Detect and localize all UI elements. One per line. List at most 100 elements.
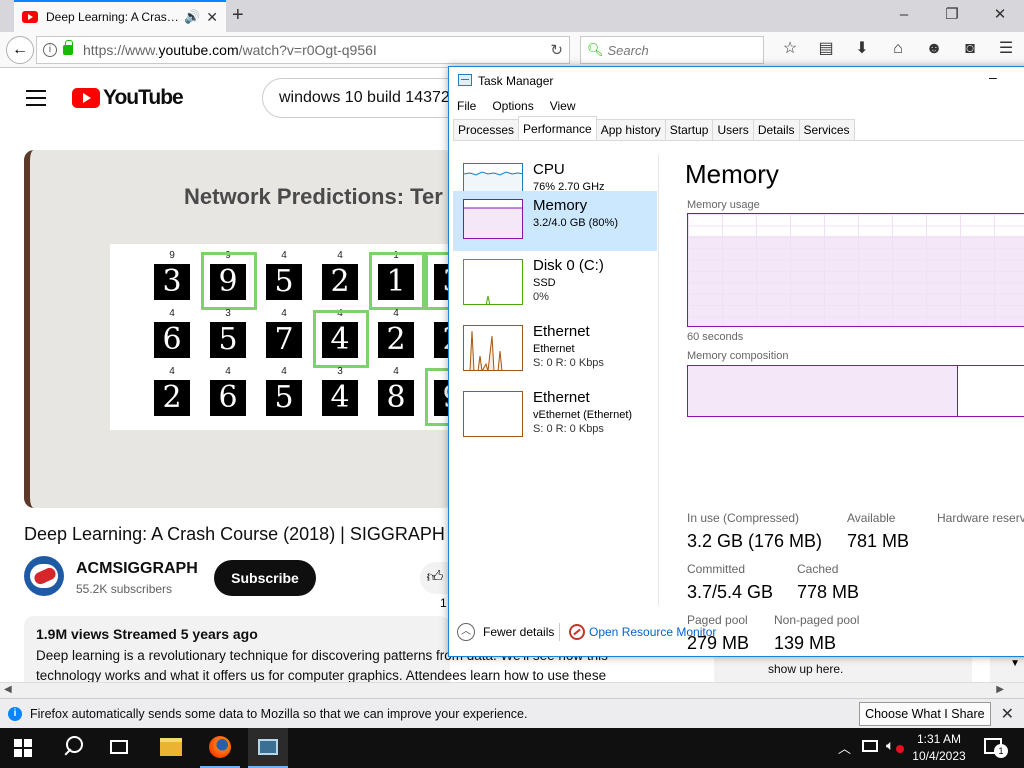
sidebar-name: Ethernet xyxy=(533,323,590,340)
sidebar-item-memory[interactable]: Memory 3.2/4.0 GB (80%) xyxy=(453,191,657,251)
digit-prediction-label: 4 xyxy=(225,366,231,377)
task-manager-taskbar-icon[interactable] xyxy=(248,728,288,768)
home-icon[interactable]: ⌂ xyxy=(880,38,916,60)
minimize-icon[interactable]: – xyxy=(880,0,928,32)
bookmark-star-icon[interactable]: ☆ xyxy=(772,38,808,60)
committed-value: 3.7/5.4 GB xyxy=(687,582,774,602)
pocket-icon[interactable]: ◙ xyxy=(952,38,988,60)
digit-image: 3 xyxy=(154,264,190,300)
url-bar[interactable]: i https://www.youtube.com/watch?v=r0Ogt-… xyxy=(36,36,570,64)
tab-details[interactable]: Details xyxy=(752,119,800,140)
scroll-right-icon[interactable]: ▶ xyxy=(996,684,1004,695)
firefox-taskbar-icon[interactable] xyxy=(200,728,240,768)
minimize-icon[interactable]: – xyxy=(989,69,997,85)
tab-title: Deep Learning: A Cras… xyxy=(46,10,179,24)
channel-name[interactable]: ACMSIGGRAPH xyxy=(76,560,198,578)
digit-image: 2 xyxy=(322,264,358,300)
description-line-2: technology works and what it offers us f… xyxy=(36,668,607,682)
taskbar-search-icon[interactable] xyxy=(62,736,84,758)
hamburger-menu-icon[interactable]: ☰ xyxy=(988,38,1024,60)
tab-startup[interactable]: Startup xyxy=(664,119,714,140)
browser-search-box[interactable]: 🔍︎ Search xyxy=(580,36,764,64)
scroll-left-icon[interactable]: ◀ xyxy=(4,684,12,695)
tab-services[interactable]: Services xyxy=(798,119,855,140)
digit-image: 8 xyxy=(378,380,414,416)
download-icon[interactable]: ⬇ xyxy=(844,38,880,60)
resource-monitor-icon[interactable] xyxy=(569,624,585,640)
smiley-icon[interactable]: ☻ xyxy=(916,38,952,60)
restore-icon[interactable]: ❐ xyxy=(928,0,976,32)
like-icon[interactable]: 👍︎ xyxy=(420,562,450,594)
hardware-reserved-label: Hardware reserved xyxy=(937,511,1024,525)
in-use-label: In use (Compressed) xyxy=(687,511,800,525)
scroll-down-icon[interactable]: ▼ xyxy=(1010,658,1020,669)
volume-muted-icon[interactable]: 🔈︎ xyxy=(886,737,904,754)
close-window-icon[interactable]: ✕ xyxy=(976,0,1024,32)
task-manager-titlebar[interactable]: Task Manager – xyxy=(449,67,1024,95)
correct-prediction-frame xyxy=(201,252,257,310)
youtube-logo[interactable]: YouTube xyxy=(72,86,184,110)
digit-image: 5 xyxy=(266,380,302,416)
browser-tab[interactable]: Deep Learning: A Cras… 🔊 ✕ xyxy=(14,0,226,32)
memory-composition-label: Memory composition xyxy=(687,350,789,362)
views-line: 1.9M views Streamed 5 years ago xyxy=(36,626,258,642)
sidebar-sub: S: 0 R: 0 Kbps xyxy=(533,423,604,435)
speaker-icon[interactable]: 🔊 xyxy=(184,9,200,25)
info-icon[interactable]: i xyxy=(43,43,57,57)
task-manager-footer: ︿ Fewer details Open Resource Monitor xyxy=(449,619,1024,657)
digit-cell: 34 xyxy=(320,366,376,424)
browser-navbar: ← i https://www.youtube.com/watch?v=r0Og… xyxy=(0,32,1024,68)
digit-cell: 45 xyxy=(264,366,320,424)
tab-app-history[interactable]: App history xyxy=(595,119,666,140)
available-label: Available xyxy=(847,511,896,525)
digit-prediction-label: 4 xyxy=(281,366,287,377)
taskbar: ︿ 🔈︎ 1:31 AM 10/4/2023 1 xyxy=(0,728,1024,768)
tab-processes[interactable]: Processes xyxy=(453,119,520,140)
digit-prediction-label: 4 xyxy=(337,250,343,261)
sidebar-name: Ethernet xyxy=(533,389,590,406)
clock-date[interactable]: 10/4/2023 xyxy=(906,749,972,763)
windows-start-icon[interactable] xyxy=(14,739,32,757)
fewer-details-link[interactable]: Fewer details xyxy=(483,625,554,639)
subscribe-button[interactable]: Subscribe xyxy=(214,560,316,596)
menu-icon[interactable] xyxy=(26,90,46,111)
task-manager-title: Task Manager xyxy=(478,74,554,88)
channel-avatar[interactable] xyxy=(24,556,64,596)
network-icon[interactable] xyxy=(862,740,878,752)
tray-overflow-icon[interactable]: ︿ xyxy=(838,738,851,757)
close-tab-icon[interactable]: ✕ xyxy=(206,9,218,26)
horizontal-scrollbar[interactable]: ◀ ▶ xyxy=(0,682,1024,698)
action-center-icon[interactable]: 1 xyxy=(984,738,1008,758)
sidebar-item-disk[interactable]: Disk 0 (C:) SSD 0% xyxy=(453,251,657,311)
reload-icon[interactable]: ↻ xyxy=(550,41,563,59)
choose-what-i-share-button[interactable]: Choose What I Share xyxy=(859,701,991,726)
sidebar-item-ethernet-1[interactable]: Ethernet Ethernet S: 0 R: 0 Kbps xyxy=(453,317,657,377)
cached-value: 778 MB xyxy=(797,582,860,602)
new-tab-icon[interactable]: + xyxy=(232,4,244,27)
lock-icon[interactable] xyxy=(63,40,73,55)
chevron-up-icon[interactable]: ︿ xyxy=(457,623,475,641)
reading-list-icon[interactable]: ▤ xyxy=(808,38,844,60)
tab-performance[interactable]: Performance xyxy=(518,116,597,140)
open-resource-monitor-link[interactable]: Open Resource Monitor xyxy=(589,625,716,639)
menu-options[interactable]: Options xyxy=(484,95,541,117)
digit-prediction-label: 4 xyxy=(169,308,175,319)
sidebar-name: Disk 0 (C:) xyxy=(533,257,604,274)
live-chat-text: show up here. xyxy=(768,662,844,676)
page-scrollbar[interactable]: ▼ xyxy=(990,656,1024,682)
sidebar-item-ethernet-2[interactable]: Ethernet vEthernet (Ethernet) S: 0 R: 0 … xyxy=(453,383,657,443)
close-notification-icon[interactable]: ✕ xyxy=(1001,704,1014,724)
back-arrow-icon[interactable]: ← xyxy=(6,36,34,64)
video-title: Deep Learning: A Crash Course (2018) | S… xyxy=(24,524,445,544)
file-explorer-icon[interactable] xyxy=(160,738,182,756)
digit-cell: 46 xyxy=(208,366,264,424)
video-description[interactable]: 1.9M views Streamed 5 years ago Deep lea… xyxy=(24,616,608,682)
menu-view[interactable]: View xyxy=(542,95,584,117)
task-view-icon[interactable] xyxy=(110,740,128,754)
tab-users[interactable]: Users xyxy=(712,119,754,140)
video-player[interactable]: Network Predictions: Ter 939945421133463… xyxy=(24,150,454,508)
clock-time[interactable]: 1:31 AM xyxy=(906,732,972,746)
digit-image: 2 xyxy=(378,322,414,358)
memory-usage-graph xyxy=(687,213,1024,327)
menu-file[interactable]: File xyxy=(449,95,484,117)
